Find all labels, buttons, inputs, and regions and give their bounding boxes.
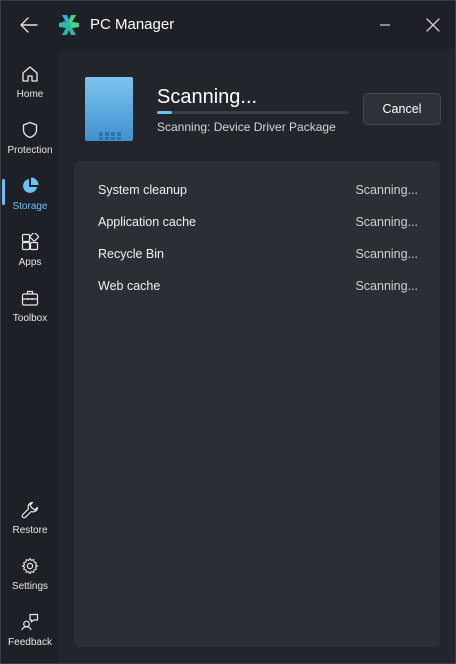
back-button[interactable] [15, 13, 43, 37]
list-item: Recycle Bin Scanning... [98, 247, 418, 267]
sidebar-item-label: Home [16, 89, 44, 100]
close-button[interactable] [421, 13, 445, 37]
sidebar-item-label: Protection [7, 145, 53, 156]
scan-title: Scanning... [157, 86, 258, 108]
minimize-icon [380, 24, 390, 26]
back-arrow-icon [20, 17, 38, 33]
apps-icon [21, 233, 39, 251]
toolbox-icon [21, 290, 39, 306]
sidebar-item-label: Restore [12, 525, 48, 536]
sidebar-item-toolbox[interactable]: Toolbox [3, 273, 57, 325]
sidebar-item-restore[interactable]: Restore [3, 485, 57, 537]
pc-manager-logo-icon [59, 15, 79, 35]
scan-progress-fill [157, 111, 173, 114]
scan-item-name: Recycle Bin [98, 247, 164, 261]
main-content: Scanning... Scanning: Device Driver Pack… [58, 49, 455, 663]
app-window: PC Manager Home Protection Storage Apps … [0, 0, 456, 664]
storage-drive-icon [85, 77, 133, 141]
scan-item-status: Scanning... [355, 247, 418, 261]
sidebar-item-label: Settings [11, 581, 49, 592]
scan-subtitle: Scanning: Device Driver Package [157, 120, 336, 134]
scan-results-panel: System cleanup Scanning... Application c… [74, 161, 440, 647]
sidebar-item-label: Apps [18, 257, 42, 268]
list-item: Web cache Scanning... [98, 279, 418, 299]
sidebar: Home Protection Storage Apps Toolbox Res… [1, 49, 58, 664]
list-item: Application cache Scanning... [98, 215, 418, 235]
sidebar-item-storage[interactable]: Storage [3, 161, 57, 213]
scan-progress-bar [157, 111, 349, 114]
scan-item-name: System cleanup [98, 183, 187, 197]
sidebar-item-settings[interactable]: Settings [3, 541, 57, 593]
scan-item-name: Web cache [98, 279, 161, 293]
scan-item-status: Scanning... [355, 279, 418, 293]
gear-icon [21, 557, 39, 575]
close-icon [426, 18, 440, 32]
app-title: PC Manager [90, 16, 175, 33]
scan-item-status: Scanning... [355, 183, 418, 197]
sidebar-item-protection[interactable]: Protection [3, 105, 57, 157]
cancel-button[interactable]: Cancel [363, 93, 441, 125]
minimize-button[interactable] [373, 13, 397, 37]
feedback-icon [21, 613, 39, 631]
pie-chart-icon [23, 177, 39, 193]
scan-item-status: Scanning... [355, 215, 418, 229]
scan-item-name: Application cache [98, 215, 196, 229]
sidebar-item-feedback[interactable]: Feedback [3, 597, 57, 649]
sidebar-item-label: Feedback [8, 637, 52, 648]
title-bar: PC Manager [1, 1, 455, 49]
sidebar-item-label: Toolbox [12, 313, 48, 324]
sidebar-item-home[interactable]: Home [3, 49, 57, 101]
home-icon [22, 66, 38, 82]
wrench-icon [21, 501, 39, 519]
sidebar-item-apps[interactable]: Apps [3, 217, 57, 269]
list-item: System cleanup Scanning... [98, 183, 418, 203]
sidebar-item-label: Storage [12, 201, 48, 212]
shield-icon [22, 121, 38, 139]
